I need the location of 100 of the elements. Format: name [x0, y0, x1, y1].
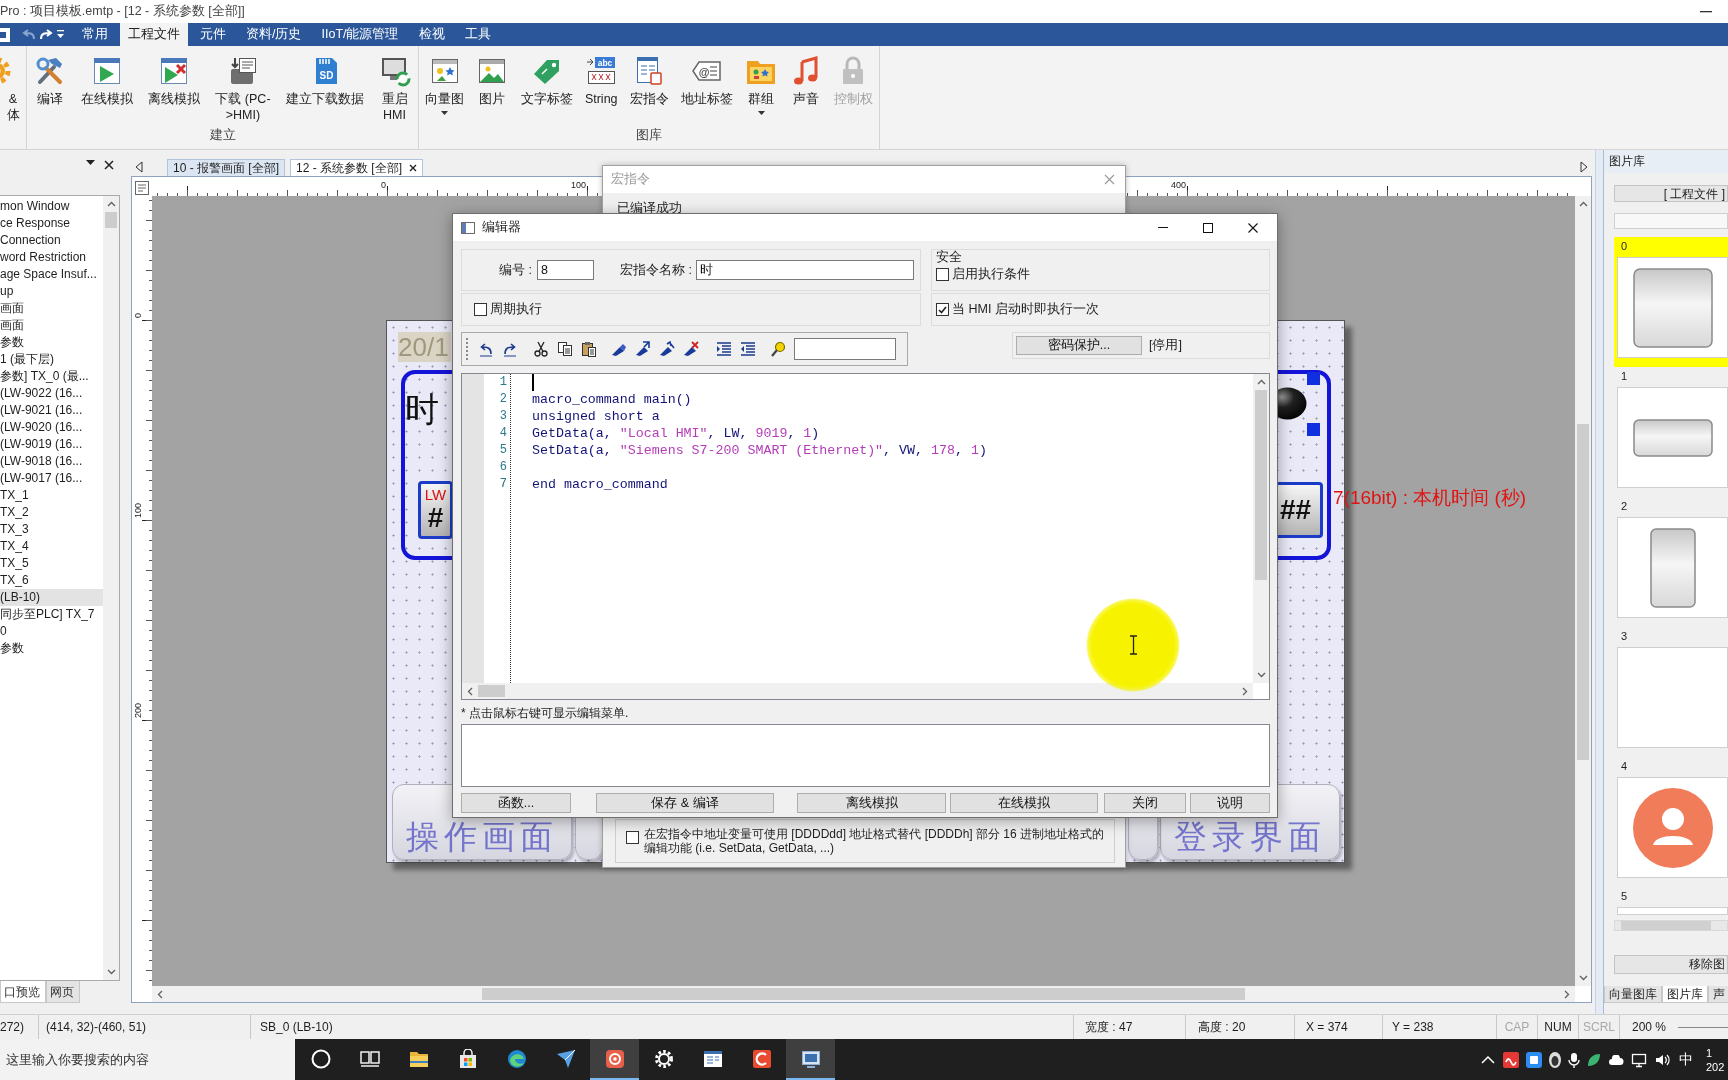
panel-tab[interactable]: 向量图库 — [1604, 986, 1662, 1003]
scrollbar-thumb[interactable] — [478, 685, 505, 697]
picture-item[interactable]: 3 — [1614, 627, 1728, 757]
vertical-scrollbar[interactable] — [1253, 374, 1269, 683]
ribbon-button[interactable]: 编译 — [28, 55, 73, 107]
dialog-button[interactable]: 在线模拟 — [950, 793, 1098, 813]
scroll-right-icon[interactable] — [1564, 989, 1570, 999]
scrollbar-thumb[interactable] — [1577, 424, 1589, 760]
selection-handle-icon[interactable] — [1307, 372, 1320, 385]
ribbon-tab[interactable]: 检视 — [410, 23, 453, 46]
scroll-down-icon[interactable] — [1578, 975, 1588, 981]
close-icon[interactable] — [409, 164, 418, 172]
vertical-scrollbar[interactable] — [103, 196, 119, 980]
ribbon-button[interactable]: @ 地址标签 — [675, 55, 740, 107]
tree-item[interactable]: TX_2 — [0, 504, 103, 521]
tree-item[interactable]: word Restriction — [0, 249, 103, 266]
tree-item[interactable]: TX_3 — [0, 521, 103, 538]
taskbar-button[interactable] — [590, 1039, 639, 1080]
tree-item[interactable]: 同步至PLC] TX_7 — [0, 606, 103, 623]
checkbox[interactable] — [626, 831, 639, 844]
document-tab[interactable]: 10 - 报警画面 [全部] — [167, 159, 285, 176]
close-icon[interactable] — [104, 160, 114, 170]
bookmark-previous-icon[interactable] — [659, 341, 675, 357]
ruler-corner-icon[interactable] — [135, 181, 149, 195]
ribbon-button[interactable]: 群组 — [739, 55, 784, 115]
indent-icon[interactable] — [716, 341, 732, 357]
panel-tab[interactable]: 声 — [1708, 986, 1728, 1003]
ribbon-button[interactable]: 在线模拟 — [75, 55, 140, 107]
number-field[interactable]: 8 — [536, 260, 594, 280]
scrollbar-thumb[interactable] — [105, 212, 117, 228]
picture-item[interactable]: 1 — [1614, 367, 1728, 497]
ribbon-button[interactable]: 离线模拟 — [142, 55, 207, 107]
numeric-display[interactable]: LW # — [418, 481, 453, 539]
picture-item[interactable]: 5 — [1614, 887, 1728, 915]
scroll-up-icon[interactable] — [1256, 379, 1266, 385]
checkbox[interactable] — [474, 303, 487, 316]
microphone-icon[interactable] — [1568, 1051, 1580, 1068]
scroll-down-icon[interactable] — [106, 969, 116, 975]
ribbon-button[interactable]: 向量图 — [419, 55, 471, 115]
app-icon[interactable] — [1526, 1051, 1542, 1068]
remove-button[interactable]: 移除图 — [1614, 955, 1728, 974]
search-field[interactable]: 这里输入你要搜索的内容 — [0, 1039, 295, 1080]
maximize-icon[interactable] — [1202, 222, 1213, 233]
ribbon-button[interactable]: 图片 — [470, 55, 515, 107]
horizontal-scrollbar[interactable] — [462, 683, 1253, 699]
tree-item[interactable]: (LB-10) — [0, 589, 103, 606]
cloud-icon[interactable] — [1608, 1054, 1624, 1065]
ribbon-button[interactable]: 下载 (PC- >HMI) — [209, 55, 277, 123]
scroll-left-icon[interactable] — [467, 686, 473, 696]
app-icon[interactable] — [0, 27, 10, 42]
ribbon-tab[interactable]: IIoT/能源管理 — [313, 23, 407, 46]
tree-item[interactable]: (LW-9019 (16... — [0, 436, 103, 453]
scroll-up-icon[interactable] — [1578, 201, 1588, 207]
tree-item[interactable]: up — [0, 283, 103, 300]
tree-item[interactable]: (LW-9018 (16... — [0, 453, 103, 470]
selection-handle-icon[interactable] — [1307, 423, 1320, 436]
document-tab[interactable]: 12 - 系统参数 [全部] — [290, 159, 424, 176]
tree-item[interactable]: mon Window — [0, 198, 103, 215]
tree-item[interactable]: TX_5 — [0, 555, 103, 572]
dialog-button[interactable]: 函数... — [461, 793, 571, 813]
panel-tab[interactable]: 网页 — [46, 981, 80, 1003]
clock-text[interactable]: 1 — [1706, 1045, 1728, 1060]
ribbon-tab[interactable]: 常用 — [74, 23, 116, 46]
scrollbar-thumb[interactable] — [1621, 921, 1711, 930]
tree-item[interactable]: Connection — [0, 232, 103, 249]
tree-item[interactable]: 参数] TX_0 (最... — [0, 368, 103, 385]
bookmark-icon[interactable] — [611, 341, 627, 357]
scrollbar-thumb[interactable] — [1255, 390, 1267, 580]
ribbon-tab[interactable]: 元件 — [192, 23, 234, 46]
checkbox[interactable] — [936, 303, 949, 316]
tree-item[interactable]: (LW-9017 (16... — [0, 470, 103, 487]
scissors-icon[interactable] — [533, 341, 549, 357]
taskbar-button[interactable] — [786, 1039, 835, 1080]
bookmark-clear-icon[interactable] — [683, 341, 699, 357]
dialog-button[interactable]: 离线模拟 — [797, 793, 946, 813]
close-icon[interactable] — [1247, 222, 1258, 233]
tree-item[interactable]: TX_4 — [0, 538, 103, 555]
chevron-up-icon[interactable] — [1480, 1055, 1496, 1064]
tree-item[interactable]: (LW-9021 (16... — [0, 402, 103, 419]
clipboard-icon[interactable] — [581, 341, 597, 357]
leaf-icon[interactable] — [1587, 1052, 1601, 1067]
minimize-icon[interactable] — [1700, 10, 1712, 13]
outdent-icon[interactable] — [740, 341, 756, 357]
picture-item[interactable]: 4 — [1614, 757, 1728, 887]
input-method-indicator[interactable]: 中 — [1679, 1050, 1693, 1069]
tree-item[interactable]: (LW-9022 (16... — [0, 385, 103, 402]
tree-item[interactable]: (LW-9020 (16... — [0, 419, 103, 436]
panel-tab[interactable]: 图片库 — [1662, 986, 1708, 1003]
picture-item[interactable]: 0 — [1614, 237, 1728, 367]
scroll-down-icon[interactable] — [1256, 672, 1266, 678]
copy-icon[interactable] — [557, 341, 573, 357]
tree-item[interactable]: TX_6 — [0, 572, 103, 589]
ribbon-button[interactable]: 声音 — [783, 55, 828, 107]
redo-icon[interactable] — [502, 341, 518, 357]
bookmark-next-icon[interactable] — [635, 341, 651, 357]
minimize-icon[interactable] — [1157, 227, 1168, 228]
scrollbar-thumb[interactable] — [482, 988, 1245, 1000]
redo-icon[interactable] — [40, 29, 53, 40]
horizontal-scrollbar[interactable] — [152, 986, 1575, 1002]
ribbon-button[interactable]: SD 建立下载数据 — [279, 55, 370, 107]
